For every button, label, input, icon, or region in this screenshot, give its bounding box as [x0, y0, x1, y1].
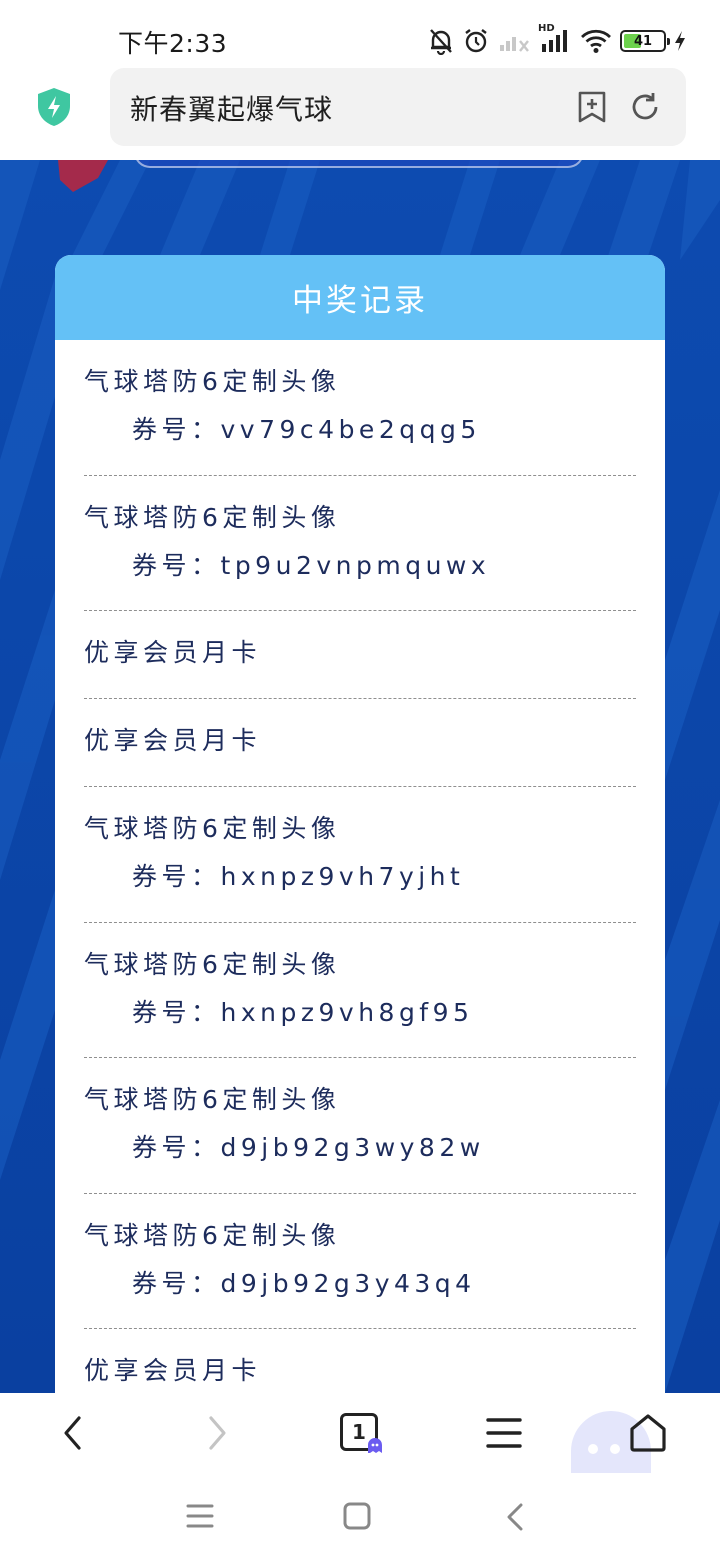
record-item: 气球塔防6定制头像 券号：hxnpz9vh7yjht: [84, 787, 636, 923]
prize-name: 优享会员月卡: [84, 1356, 262, 1385]
prize-name: 气球塔防6定制头像: [84, 949, 341, 979]
status-time: 下午2:33: [118, 29, 228, 58]
forward-icon[interactable]: [200, 1411, 234, 1455]
coupon-line: 券号：d9jb92g3wy82w: [84, 1132, 636, 1164]
win-record-title: 中奖记录: [292, 283, 428, 319]
coupon-label: 券号：: [132, 862, 221, 891]
coupon-code[interactable]: d9jb92g3wy82w: [221, 1133, 485, 1162]
decoration-shape: [58, 160, 108, 192]
system-nav-bar: [0, 1475, 720, 1560]
coupon-code[interactable]: hxnpz9vh8gf95: [221, 998, 474, 1027]
coupon-label: 券号：: [132, 997, 221, 1027]
record-item: 优享会员月卡: [84, 1329, 636, 1393]
coupon-label: 券号：: [132, 1268, 221, 1298]
recents-icon[interactable]: [186, 1502, 214, 1534]
signal-sim2-icon: [498, 26, 530, 56]
address-text[interactable]: 新春翼起爆气球: [130, 88, 333, 128]
prize-name: 气球塔防6定制头像: [84, 502, 341, 532]
prize-name: 气球塔防6定制头像: [84, 1220, 341, 1250]
mute-bell-icon: [428, 26, 454, 56]
battery-level: 41: [633, 33, 653, 49]
coupon-code[interactable]: vv79c4be2qqg5: [221, 415, 481, 444]
coupon-line: 券号：hxnpz9vh7yjht: [84, 861, 636, 893]
record-item: 气球塔防6定制头像 券号：tp9u2vnpmquwx: [84, 476, 636, 611]
back-icon[interactable]: [56, 1411, 90, 1455]
coupon-code[interactable]: hxnpz9vh7yjht: [221, 862, 465, 891]
charging-bolt-icon: [674, 26, 686, 56]
record-item: 气球塔防6定制头像 券号：vv79c4be2qqg5: [84, 340, 636, 476]
tabs-icon[interactable]: 1: [340, 1413, 386, 1457]
web-content: 中奖记录 气球塔防6定制头像 券号：vv79c4be2qqg5 气球塔防6定制头…: [0, 160, 720, 1393]
alarm-icon: [462, 26, 490, 56]
coupon-label: 券号：: [132, 550, 221, 580]
signal-hd-icon: HD: [538, 23, 572, 56]
prize-name: 优享会员月卡: [84, 726, 262, 755]
win-record-list: 气球塔防6定制头像 券号：vv79c4be2qqg5 气球塔防6定制头像 券号：…: [55, 340, 665, 1393]
record-item: 气球塔防6定制头像 券号：d9jb92g3wy82w: [84, 1058, 636, 1194]
prize-name: 优享会员月卡: [84, 638, 262, 667]
prize-name: 气球塔防6定制头像: [84, 814, 341, 843]
record-item: 气球塔防6定制头像 券号：d9jb92g3y43q4: [84, 1194, 636, 1329]
prize-name: 气球塔防6定制头像: [84, 1085, 341, 1114]
banner-bottom-edge: [134, 160, 584, 168]
prize-name: 气球塔防6定制头像: [84, 367, 341, 396]
menu-icon[interactable]: [484, 1411, 524, 1455]
record-item: 优享会员月卡: [84, 611, 636, 699]
address-bar[interactable]: 新春翼起爆气球: [110, 68, 686, 146]
coupon-code[interactable]: tp9u2vnpmquwx: [221, 551, 491, 580]
battery-icon: 41: [620, 26, 670, 56]
status-bar: 下午2:33 HD 41: [0, 0, 720, 72]
reload-icon[interactable]: [628, 90, 662, 124]
browser-bottom-nav: 1: [0, 1393, 720, 1475]
record-item: 气球塔防6定制头像 券号：hxnpz9vh8gf95: [84, 923, 636, 1058]
hd-label: HD: [538, 23, 555, 34]
home-icon[interactable]: [626, 1411, 670, 1455]
coupon-line: 券号：tp9u2vnpmquwx: [84, 550, 636, 582]
browser-toolbar: 新春翼起爆气球: [0, 68, 720, 160]
coupon-label: 券号：: [132, 415, 221, 444]
record-item: 优享会员月卡: [84, 699, 636, 787]
coupon-code[interactable]: d9jb92g3y43q4: [221, 1269, 476, 1298]
wifi-icon: [580, 26, 612, 56]
home-square-icon[interactable]: [343, 1502, 371, 1534]
coupon-line: 券号：d9jb92g3y43q4: [84, 1268, 636, 1300]
coupon-line: 券号：hxnpz9vh8gf95: [84, 997, 636, 1029]
win-record-panel: 中奖记录 气球塔防6定制头像 券号：vv79c4be2qqg5 气球塔防6定制头…: [55, 255, 665, 1393]
shield-icon[interactable]: [36, 87, 72, 127]
system-back-icon[interactable]: [504, 1502, 526, 1536]
coupon-label: 券号：: [132, 1133, 221, 1162]
win-record-header: 中奖记录: [55, 255, 665, 340]
bookmark-add-icon[interactable]: [576, 90, 608, 124]
status-icons: HD 41: [428, 23, 686, 56]
coupon-line: 券号：vv79c4be2qqg5: [84, 414, 636, 446]
